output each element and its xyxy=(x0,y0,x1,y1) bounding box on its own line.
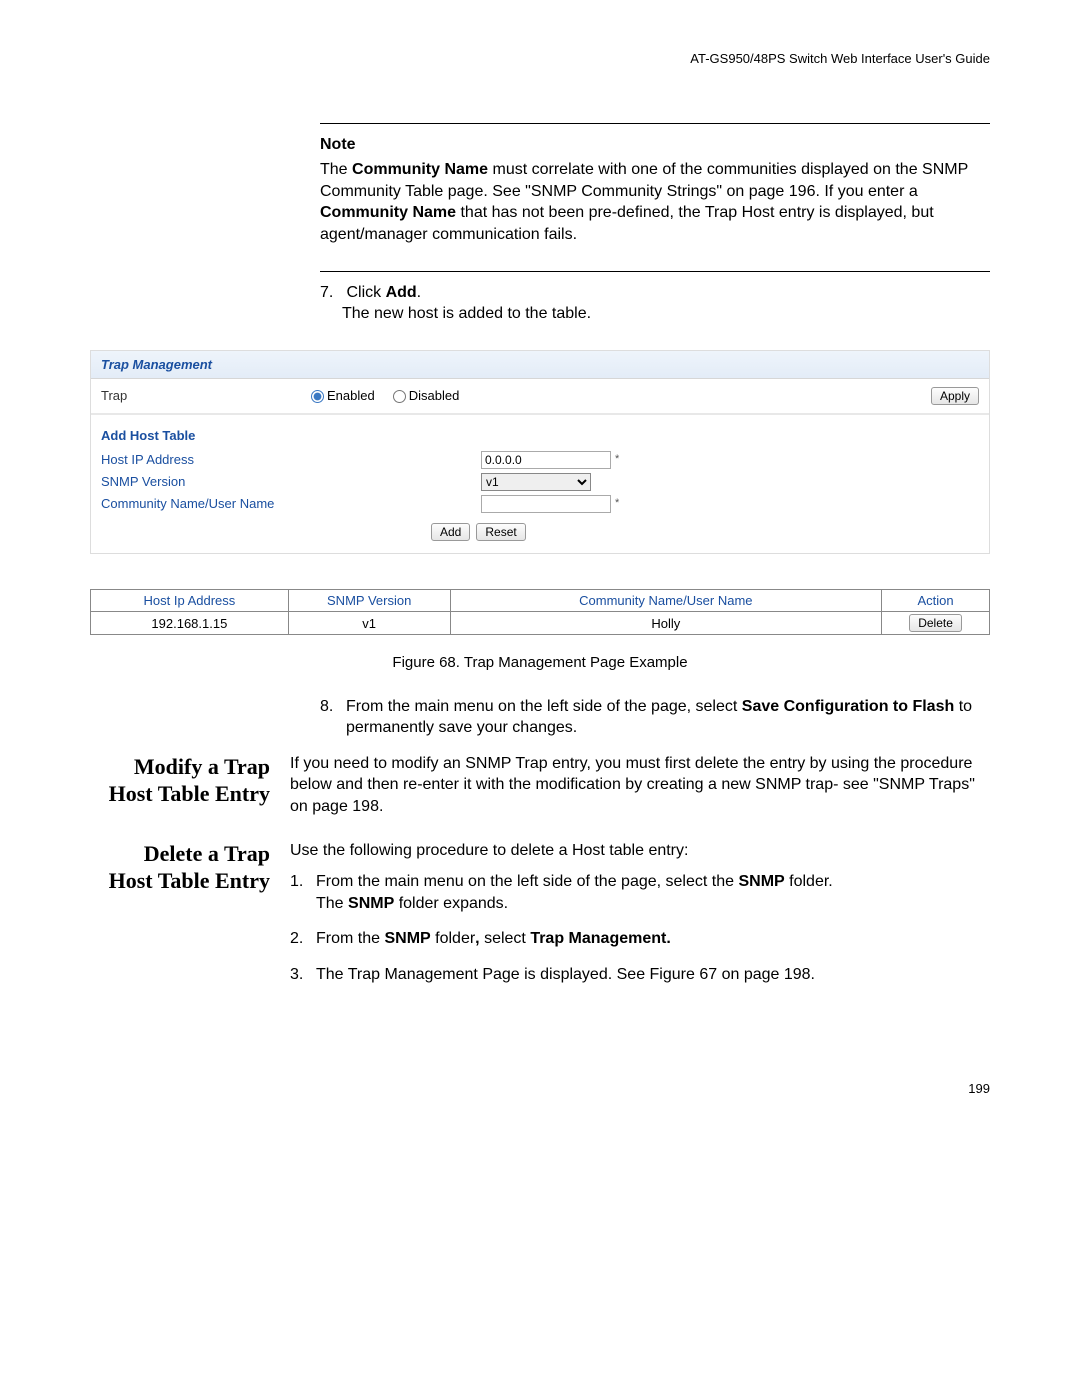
step-text: From the main menu on the left side of t… xyxy=(346,698,742,715)
th-snmp-version: SNMP Version xyxy=(288,589,450,612)
step-number: 2. xyxy=(290,928,316,950)
th-action: Action xyxy=(882,589,990,612)
modify-heading-l1: Modify a Trap xyxy=(90,753,270,781)
modify-section: Modify a Trap Host Table Entry If you ne… xyxy=(90,753,990,818)
host-ip-row: Host IP Address * xyxy=(91,449,989,471)
host-ip-label: Host IP Address xyxy=(101,451,481,469)
step-7: 7. Click Add. The new host is added to t… xyxy=(320,282,990,325)
host-ip-input[interactable] xyxy=(481,451,611,469)
cell-host-ip: 192.168.1.15 xyxy=(91,612,289,635)
step-text: folder expands. xyxy=(394,895,508,912)
delete-intro: Use the following procedure to delete a … xyxy=(290,840,990,862)
radio-disabled-label: Disabled xyxy=(409,387,460,405)
step-text: . xyxy=(417,284,421,301)
delete-step-3: 3. The Trap Management Page is displayed… xyxy=(290,964,990,986)
step-text: folder. xyxy=(785,873,833,890)
delete-section: Delete a Trap Host Table Entry Use the f… xyxy=(90,840,990,1000)
note-bold-community-1: Community Name xyxy=(352,161,488,178)
host-result-table: Host Ip Address SNMP Version Community N… xyxy=(90,589,990,636)
trap-enable-row: Trap Enabled Disabled Apply xyxy=(91,379,989,414)
delete-button[interactable]: Delete xyxy=(909,614,962,632)
step-text: The xyxy=(316,895,348,912)
trap-label: Trap xyxy=(101,387,311,405)
radio-enabled-label: Enabled xyxy=(327,387,375,405)
step-bold-snmp: SNMP xyxy=(738,873,784,890)
radio-disabled[interactable] xyxy=(393,390,406,403)
required-mark: * xyxy=(615,496,619,511)
community-row: Community Name/User Name * xyxy=(91,493,989,515)
section-divider xyxy=(320,271,990,272)
trap-enabled-radio[interactable]: Enabled xyxy=(311,387,375,405)
note-seg: The xyxy=(320,161,352,178)
step-bold-trap-mgmt: Trap Management. xyxy=(530,930,670,947)
section-divider xyxy=(320,123,990,124)
delete-heading-l1: Delete a Trap xyxy=(90,840,270,868)
snmp-version-row: SNMP Version v1 xyxy=(91,471,989,493)
step-number: 1. xyxy=(290,871,316,914)
add-button[interactable]: Add xyxy=(431,523,470,541)
add-host-title: Add Host Table xyxy=(91,414,989,449)
step-text: Click xyxy=(346,284,385,301)
table-header-row: Host Ip Address SNMP Version Community N… xyxy=(91,589,990,612)
doc-header: AT-GS950/48PS Switch Web Interface User'… xyxy=(90,50,990,68)
cell-community: Holly xyxy=(450,612,882,635)
step-text: The Trap Management Page is displayed. S… xyxy=(316,964,990,986)
step-body: The new host is added to the table. xyxy=(342,303,990,325)
community-label: Community Name/User Name xyxy=(101,495,481,513)
page-number: 199 xyxy=(90,1080,990,1098)
note-block: Note The Community Name must correlate w… xyxy=(320,134,990,246)
trap-management-panel: Trap Management Trap Enabled Disabled Ap… xyxy=(90,350,990,554)
cell-snmp-version: v1 xyxy=(288,612,450,635)
step-number: 3. xyxy=(290,964,316,986)
trap-disabled-radio[interactable]: Disabled xyxy=(393,387,460,405)
community-input[interactable] xyxy=(481,495,611,513)
th-community: Community Name/User Name xyxy=(450,589,882,612)
reset-button[interactable]: Reset xyxy=(476,523,525,541)
step-text: From the main menu on the left side of t… xyxy=(316,873,738,890)
note-title: Note xyxy=(320,134,990,156)
modify-heading-l2: Host Table Entry xyxy=(90,780,270,808)
step-bold-add: Add xyxy=(386,284,417,301)
step-text: folder xyxy=(431,930,475,947)
trap-panel-title: Trap Management xyxy=(91,351,989,380)
table-row: 192.168.1.15 v1 Holly Delete xyxy=(91,612,990,635)
step-bold-snmp: SNMP xyxy=(384,930,430,947)
radio-enabled[interactable] xyxy=(311,390,324,403)
note-text: The Community Name must correlate with o… xyxy=(320,159,990,245)
step-8: 8. From the main menu on the left side o… xyxy=(320,696,990,739)
step-text: select xyxy=(480,930,531,947)
delete-heading-l2: Host Table Entry xyxy=(90,867,270,895)
apply-button[interactable]: Apply xyxy=(931,387,979,405)
step-bold-snmp: SNMP xyxy=(348,895,394,912)
th-host-ip: Host Ip Address xyxy=(91,589,289,612)
modify-body: If you need to modify an SNMP Trap entry… xyxy=(290,753,990,818)
step-text: From the xyxy=(316,930,384,947)
snmp-version-select[interactable]: v1 xyxy=(481,473,591,491)
delete-step-1: 1. From the main menu on the left side o… xyxy=(290,871,990,914)
figure-caption: Figure 68. Trap Management Page Example xyxy=(90,653,990,673)
step-bold-save-config: Save Configuration to Flash xyxy=(742,698,954,715)
step-number: 8. xyxy=(320,696,346,739)
step-number: 7. xyxy=(320,282,342,304)
delete-step-2: 2. From the SNMP folder, select Trap Man… xyxy=(290,928,990,950)
note-bold-community-2: Community Name xyxy=(320,204,456,221)
snmp-version-label: SNMP Version xyxy=(101,473,481,491)
required-mark: * xyxy=(615,452,619,467)
